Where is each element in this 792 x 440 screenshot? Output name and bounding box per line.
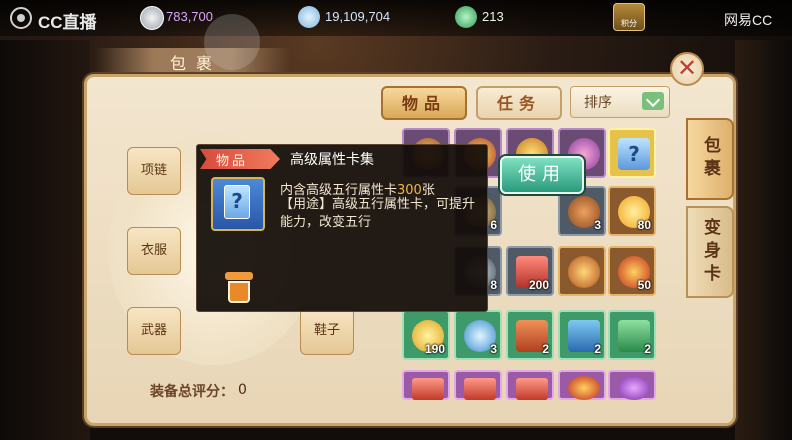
background-left (0, 40, 90, 440)
slot-necklace[interactable]: 项链 (127, 147, 181, 195)
item-preview-icon: ? (211, 177, 265, 231)
inventory-slot[interactable]: 200 (506, 246, 554, 296)
inventory-slot[interactable]: 2 (608, 310, 656, 360)
slot-weapon[interactable]: 武器 (127, 307, 181, 355)
stream-brand-label: CC直播 (38, 13, 97, 32)
question-card-icon: ? (618, 138, 650, 170)
inventory-slot[interactable] (558, 370, 606, 400)
inventory-slot[interactable] (506, 370, 554, 400)
slot-clothes[interactable]: 衣服 (127, 227, 181, 275)
inventory-slot[interactable]: 190 (402, 310, 450, 360)
inventory-slot[interactable]: 2 (558, 310, 606, 360)
item-quantity: 8 (490, 278, 497, 292)
close-button[interactable]: ✕ (670, 52, 704, 86)
side-tab-transform-card[interactable]: 变身卡 (686, 206, 734, 298)
floating-joystick[interactable] (204, 14, 260, 70)
inventory-slot[interactable] (454, 370, 502, 400)
inventory-slot[interactable] (402, 370, 450, 400)
silver-amount: 19,109,704 (325, 9, 391, 24)
inventory-slot-selected[interactable]: ? (608, 128, 656, 178)
item-quantity: 2 (644, 342, 651, 356)
slot-shoes[interactable]: 鞋子 (300, 307, 354, 355)
jade-icon (455, 6, 477, 28)
item-category-label: 物品 (216, 154, 249, 169)
tab-tasks[interactable]: 任务 (476, 86, 562, 120)
question-card-glyph: ? (224, 185, 250, 219)
gold-coin-icon (140, 6, 164, 30)
equipment-score-label: 装备总评分： (150, 384, 234, 400)
equipment-score-value: 0 (238, 382, 247, 398)
inventory-slot[interactable]: 80 (608, 186, 656, 236)
item-usage-text: 【用途】高级五行属性卡，可提升能力，改变五行 (280, 197, 476, 230)
top-resource-bar (0, 0, 792, 36)
chevron-down-icon[interactable] (642, 92, 664, 110)
cc-logo-icon (10, 7, 32, 29)
background-right (735, 40, 792, 440)
tab-items[interactable]: 物品 (381, 86, 467, 120)
item-name: 高级属性卡集 (290, 152, 374, 168)
item-quantity: 6 (490, 218, 497, 232)
item-quantity: 50 (637, 278, 651, 292)
inventory-slot[interactable]: 2 (506, 310, 554, 360)
item-quantity: 80 (637, 218, 651, 232)
points-badge-label: 积分 (621, 19, 637, 28)
points-badge-icon[interactable]: 积分 (613, 3, 645, 31)
jade-amount: 213 (482, 9, 504, 24)
item-quantity: 2 (594, 342, 601, 356)
item-quantity: 3 (594, 218, 601, 232)
silver-ingot-icon (298, 6, 320, 28)
item-quantity: 200 (528, 278, 549, 292)
item-quantity: 3 (490, 342, 497, 356)
trash-icon[interactable] (222, 272, 256, 304)
side-tab-bag[interactable]: 包裹 (686, 118, 734, 200)
gold-amount: 783,700 (166, 9, 213, 24)
inventory-slot[interactable] (558, 246, 606, 296)
inventory-slot[interactable]: 3 (454, 310, 502, 360)
use-button[interactable]: 使用 (500, 156, 584, 194)
item-quantity: 190 (424, 342, 445, 356)
item-quantity: 2 (542, 342, 549, 356)
inventory-slot[interactable] (608, 370, 656, 400)
sort-label: 排序 (584, 95, 612, 111)
inventory-slot[interactable]: 50 (608, 246, 656, 296)
netease-cc-watermark: 网易CC (724, 12, 773, 28)
